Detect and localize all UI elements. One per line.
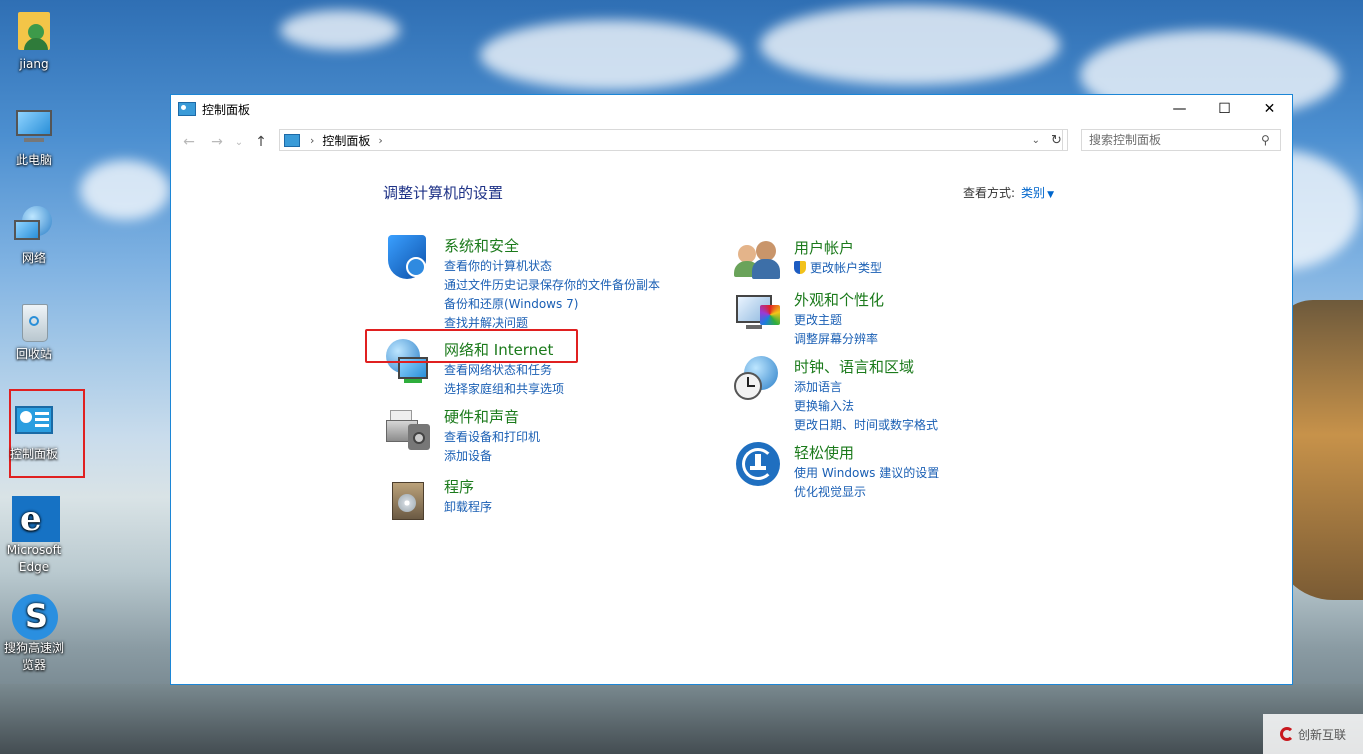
control-panel-icon	[284, 133, 300, 147]
desktop-icon-label: 回收站	[15, 347, 52, 361]
computer-icon	[12, 106, 56, 150]
breadcrumb-separator-icon[interactable]: ›	[378, 134, 382, 147]
ease-of-access-icon[interactable]	[734, 442, 782, 490]
desktop-icon-sogou-browser[interactable]: S 搜狗高速浏览器	[0, 594, 68, 674]
window-title: 控制面板	[202, 102, 251, 117]
desktop-icon-network[interactable]: 网络	[0, 204, 68, 267]
programs-icon[interactable]	[384, 476, 432, 524]
edge-browser-icon: e	[12, 496, 60, 542]
network-internet-highlight	[365, 329, 578, 363]
desktop-icon-label: 此电脑	[15, 153, 52, 167]
breadcrumb-separator-icon: ›	[310, 133, 315, 147]
link-homegroup-sharing[interactable]: 选择家庭组和共享选项	[444, 380, 564, 399]
link-change-theme[interactable]: 更改主题	[794, 311, 878, 330]
up-arrow-icon[interactable]: ↑	[247, 134, 275, 150]
link-change-account-type[interactable]: 更改帐户类型	[794, 259, 882, 278]
search-box[interactable]: ⚲	[1081, 129, 1281, 151]
navigation-bar: ← → ⌄ ↑ › 控制面板 › ⌄ ↻ ⚲	[171, 123, 1292, 161]
forward-arrow-icon[interactable]: →	[203, 134, 231, 150]
back-arrow-icon[interactable]: ←	[175, 134, 203, 150]
category-title[interactable]: 硬件和声音	[444, 406, 519, 427]
category-title[interactable]: 系统和安全	[444, 235, 519, 256]
desktop-icon-user-folder[interactable]: jiang	[0, 10, 68, 73]
security-shield-icon[interactable]	[384, 235, 432, 283]
printer-icon[interactable]	[384, 406, 432, 454]
close-button[interactable]: ✕	[1247, 95, 1292, 123]
desktop-icon-label: 搜狗高速浏览器	[3, 641, 64, 672]
breadcrumb-control-panel[interactable]: 控制面板	[322, 132, 370, 149]
address-bar[interactable]: › 控制面板 › ⌄	[279, 129, 1063, 151]
view-by-value[interactable]: 类别	[1021, 186, 1045, 200]
desktop-icon-recycle-bin[interactable]: 回收站	[0, 300, 68, 363]
link-add-device[interactable]: 添加设备	[444, 447, 540, 466]
chevron-down-icon[interactable]: ▼	[1047, 190, 1054, 200]
address-dropdown-icon[interactable]: ⌄	[1032, 135, 1040, 146]
link-file-history-backup[interactable]: 通过文件历史记录保存你的文件备份副本	[444, 276, 660, 295]
category-title[interactable]: 时钟、语言和区域	[794, 356, 914, 377]
link-uninstall-program[interactable]: 卸载程序	[444, 498, 492, 517]
link-date-time-format[interactable]: 更改日期、时间或数字格式	[794, 416, 938, 435]
recycle-bin-icon	[12, 300, 56, 344]
network-globe-icon	[12, 204, 56, 248]
category-title[interactable]: 用户帐户	[794, 237, 854, 258]
category-title[interactable]: 程序	[444, 476, 474, 497]
control-panel-icon	[178, 102, 196, 116]
watermark-logo-icon	[1279, 727, 1294, 741]
link-add-language[interactable]: 添加语言	[794, 378, 938, 397]
title-bar[interactable]: 控制面板 — ☐ ✕	[171, 95, 1292, 123]
view-by-control[interactable]: 查看方式: 类别 ▼	[963, 184, 1054, 201]
control-panel-window: 控制面板 — ☐ ✕ ← → ⌄ ↑ › 控制面板 › ⌄ ↻ ⚲ 调整计算机的…	[170, 94, 1293, 685]
desktop-icon-this-pc[interactable]: 此电脑	[0, 106, 68, 169]
desktop-icon-label: Microsoft Edge	[6, 543, 62, 574]
refresh-button[interactable]: ↻	[1046, 129, 1068, 151]
control-panel-icon	[12, 400, 56, 444]
page-title: 调整计算机的设置	[383, 184, 504, 202]
user-accounts-icon[interactable]	[734, 237, 782, 285]
uac-shield-icon	[794, 261, 806, 274]
desktop-icon-label: jiang	[19, 57, 49, 71]
category-title[interactable]: 轻松使用	[794, 442, 854, 463]
search-icon[interactable]: ⚲	[1261, 133, 1270, 147]
maximize-button[interactable]: ☐	[1202, 95, 1247, 123]
minimize-button[interactable]: —	[1157, 95, 1202, 123]
search-input[interactable]	[1082, 132, 1261, 148]
link-optimize-visual-display[interactable]: 优化视觉显示	[794, 483, 939, 502]
user-folder-icon	[12, 10, 56, 54]
sogou-browser-icon: S	[12, 594, 58, 640]
link-devices-printers[interactable]: 查看设备和打印机	[444, 428, 540, 447]
link-network-status[interactable]: 查看网络状态和任务	[444, 361, 564, 380]
desktop-icon-label: 控制面板	[9, 447, 58, 461]
category-title[interactable]: 外观和个性化	[794, 289, 884, 310]
desktop-icon-label: 网络	[21, 251, 46, 265]
main-content: 调整计算机的设置 查看方式: 类别 ▼ 系统和安全 查看你的计算机状态 通过文件历史…	[171, 161, 1292, 684]
link-change-input-method[interactable]: 更换输入法	[794, 397, 938, 416]
link-label: 更改帐户类型	[810, 261, 883, 275]
view-by-label: 查看方式:	[963, 186, 1016, 200]
clock-globe-icon[interactable]	[734, 356, 782, 404]
link-backup-restore[interactable]: 备份和还原(Windows 7)	[444, 295, 660, 314]
watermark-text: 创新互联	[1297, 727, 1346, 742]
watermark: 创新互联	[1263, 714, 1363, 754]
link-screen-resolution[interactable]: 调整屏幕分辨率	[794, 330, 878, 349]
link-windows-recommended-settings[interactable]: 使用 Windows 建议的设置	[794, 464, 939, 483]
desktop-icon-edge[interactable]: e Microsoft Edge	[0, 496, 68, 576]
link-view-computer-status[interactable]: 查看你的计算机状态	[444, 257, 660, 276]
appearance-icon[interactable]	[734, 289, 782, 337]
desktop-icon-control-panel[interactable]: 控制面板	[0, 400, 68, 463]
recent-locations-icon[interactable]: ⌄	[231, 137, 247, 148]
